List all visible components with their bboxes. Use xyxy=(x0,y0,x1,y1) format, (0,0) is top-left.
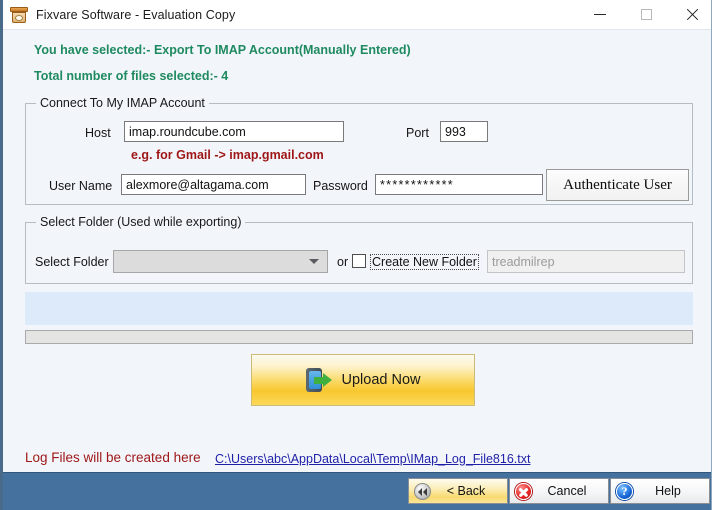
create-new-folder-checkbox[interactable] xyxy=(352,254,366,268)
select-folder-label: Select Folder xyxy=(35,255,109,269)
new-folder-name-input[interactable] xyxy=(487,250,685,273)
close-button[interactable] xyxy=(669,0,711,30)
bottom-overflow-text xyxy=(11,499,411,508)
back-button[interactable]: < Back xyxy=(408,478,508,504)
minimize-button[interactable] xyxy=(577,0,623,30)
export-arrow-icon xyxy=(305,368,332,392)
cancel-button[interactable]: Cancel xyxy=(509,478,609,504)
log-file-path-link[interactable]: C:\Users\abc\AppData\Local\Temp\IMap_Log… xyxy=(215,452,530,466)
log-output-panel xyxy=(25,292,693,325)
upload-now-label: Upload Now xyxy=(341,372,421,388)
port-input[interactable] xyxy=(440,121,488,142)
maximize-button[interactable] xyxy=(623,0,669,30)
question-mark-icon: ? xyxy=(616,482,633,500)
minimize-icon xyxy=(594,14,606,15)
maximize-icon xyxy=(640,9,652,20)
folder-group-title: Select Folder (Used while exporting) xyxy=(36,215,246,229)
or-label: or xyxy=(337,255,349,269)
password-label: Password xyxy=(313,179,368,193)
help-button-label: Help xyxy=(655,484,681,498)
application-window: Fixvare Software - Evaluation Copy You h… xyxy=(0,0,712,510)
upload-now-button[interactable]: Upload Now xyxy=(251,354,475,406)
chevron-down-icon xyxy=(309,259,319,264)
title-bar: Fixvare Software - Evaluation Copy xyxy=(3,0,711,30)
rewind-icon xyxy=(414,482,431,500)
progress-bar xyxy=(25,330,693,344)
close-icon xyxy=(686,8,699,21)
log-files-label: Log Files will be created here xyxy=(25,450,201,465)
help-button[interactable]: ? Help xyxy=(610,478,710,504)
imap-group-title: Connect To My IMAP Account xyxy=(36,96,209,110)
password-input[interactable] xyxy=(375,174,543,195)
cancel-x-icon xyxy=(515,482,532,500)
back-button-label: < Back xyxy=(446,484,486,498)
archive-box-icon xyxy=(10,6,28,24)
cancel-button-label: Cancel xyxy=(547,484,587,498)
host-label: Host xyxy=(85,126,111,140)
gmail-hint-text: e.g. for Gmail -> imap.gmail.com xyxy=(131,148,324,162)
banner-file-count-text: Total number of files selected:- 4 xyxy=(34,69,229,83)
selection-banner: You have selected:- Export To IMAP Accou… xyxy=(3,31,711,89)
port-label: Port xyxy=(406,126,429,140)
host-input[interactable] xyxy=(124,121,344,142)
banner-selection-text: You have selected:- Export To IMAP Accou… xyxy=(34,43,411,57)
create-new-folder-label[interactable]: Create New Folder xyxy=(370,254,479,270)
select-folder-dropdown[interactable] xyxy=(113,250,328,273)
window-title: Fixvare Software - Evaluation Copy xyxy=(36,7,236,22)
username-label: User Name xyxy=(49,179,113,193)
username-input[interactable] xyxy=(121,174,306,195)
window-controls xyxy=(577,0,711,30)
authenticate-user-button[interactable]: Authenticate User xyxy=(546,169,689,201)
